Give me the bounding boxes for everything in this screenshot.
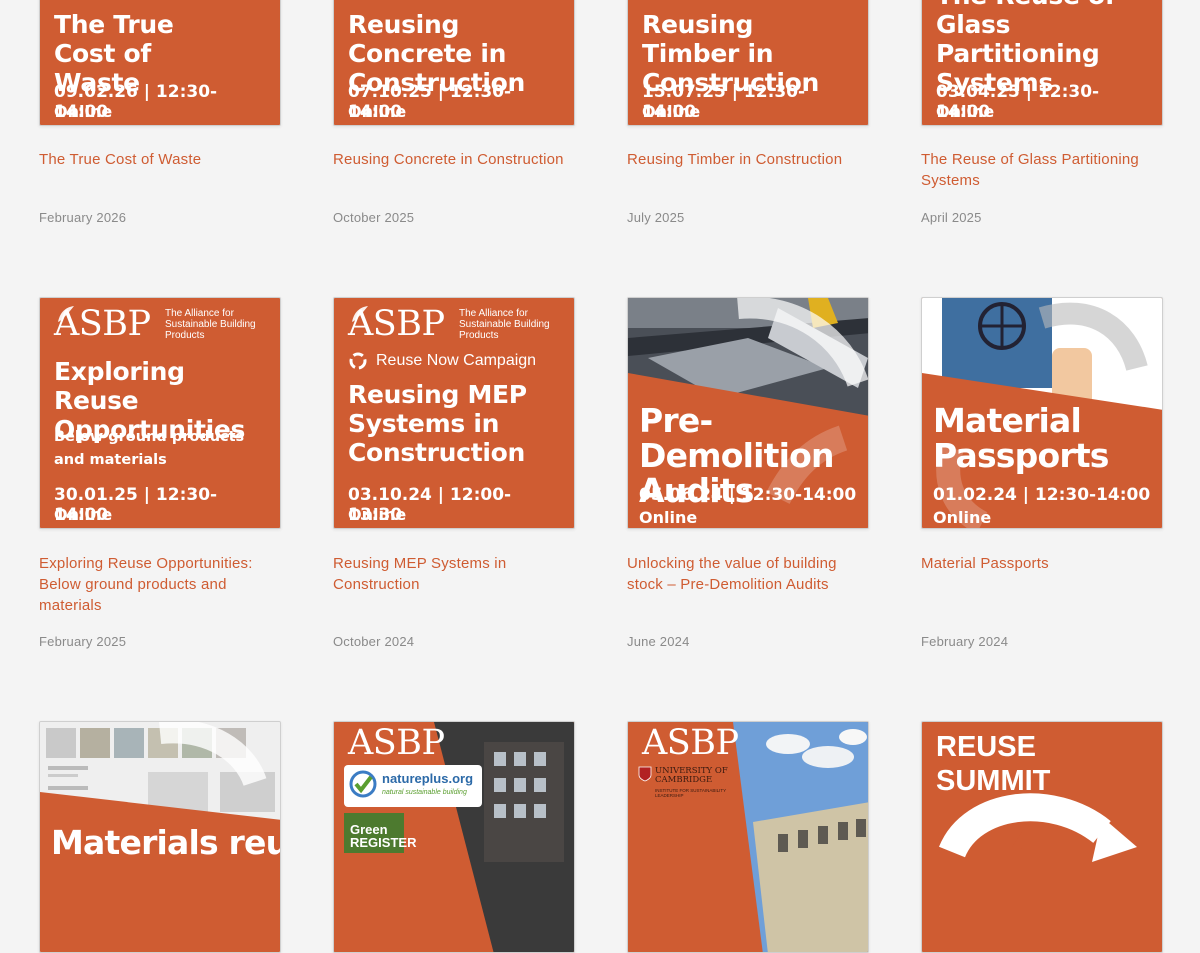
natureplus-subtext: natural sustainable building xyxy=(382,789,467,796)
event-title-link[interactable]: Unlocking the value of building stock – … xyxy=(627,553,869,595)
natureplus-text: natureplus.org xyxy=(382,771,474,786)
event-card: ASBP natureplus.org natural sustainable … xyxy=(333,721,575,953)
institute-name: INSTITUTE FOR SUSTAINABILITY LEADERSHIP xyxy=(655,788,727,798)
event-thumbnail[interactable]: ASBP UNIVERSITY OF CAMBRIDGE INSTITUTE F… xyxy=(627,721,869,953)
checkmark-icon xyxy=(349,770,377,798)
event-date: October 2024 xyxy=(333,634,415,649)
event-card: ASBP The Alliance for Sustainable Buildi… xyxy=(333,297,575,529)
event-thumbnail[interactable]: Material Passports 01.02.24 | 12:30-14:0… xyxy=(921,297,1163,529)
thumbnail-title: Reusing MEP Systems in Construction xyxy=(348,380,527,467)
thumbnail-date-time: 01.02.24 | 12:30-14:00 xyxy=(933,485,1151,505)
event-thumbnail[interactable]: Pre-Demolition Audits 05.06.24 | 12:30-1… xyxy=(627,297,869,529)
event-card: Material Passports 01.02.24 | 12:30-14:0… xyxy=(921,297,1163,529)
event-card: ASBP The Alliance for Sustainable Buildi… xyxy=(39,297,281,529)
event-title-link[interactable]: Material Passports xyxy=(921,553,1163,574)
event-card: Reusing Timber in Construction 15.07.25 … xyxy=(627,0,869,126)
event-title-link[interactable]: Reusing MEP Systems in Construction xyxy=(333,553,575,595)
event-date: February 2024 xyxy=(921,634,1009,649)
thumbnail-mode: Online xyxy=(933,508,992,527)
event-card: The True Cost of Waste 09.02.26 | 12:30-… xyxy=(39,0,281,126)
thumbnail-date-time: 05.06.24 | 12:30-14:00 xyxy=(639,485,857,505)
event-date: February 2026 xyxy=(39,210,127,225)
thumbnail-mode: Online xyxy=(642,102,701,121)
event-thumbnail[interactable]: Reusing Concrete in Construction 07.10.2… xyxy=(333,0,575,126)
asbp-logo: ASBP xyxy=(348,723,445,763)
natureplus-badge: natureplus.org natural sustainable build… xyxy=(344,765,482,807)
event-title-link[interactable]: Exploring Reuse Opportunities: Below gro… xyxy=(39,553,281,616)
recycle-icon xyxy=(349,352,367,370)
event-thumbnail[interactable]: REUSE SUMMIT xyxy=(921,721,1163,953)
thumbnail-title: Materials reuse xyxy=(51,823,280,862)
event-date: October 2025 xyxy=(333,210,415,225)
thumbnail-mode: Online xyxy=(54,505,113,524)
asbp-logo: ASBP xyxy=(642,723,739,763)
event-card: REUSE SUMMIT xyxy=(921,721,1163,953)
event-date: February 2025 xyxy=(39,634,127,649)
asbp-logo-subtitle: The Alliance for Sustainable Building Pr… xyxy=(165,308,256,341)
event-thumbnail[interactable]: ASBP natureplus.org natural sustainable … xyxy=(333,721,575,953)
crest-icon xyxy=(638,766,652,782)
event-title-link[interactable]: Reusing Concrete in Construction xyxy=(333,149,575,170)
thumbnail-subtitle: Below ground products and materials xyxy=(54,429,245,468)
event-thumbnail[interactable]: Reusing Timber in Construction 15.07.25 … xyxy=(627,0,869,126)
asbp-logo-subtitle: The Alliance for Sustainable Building Pr… xyxy=(459,308,550,341)
event-thumbnail[interactable]: Materials reuse xyxy=(39,721,281,953)
event-title-link[interactable]: The True Cost of Waste xyxy=(39,149,281,170)
event-card: Reusing Concrete in Construction 07.10.2… xyxy=(333,0,575,126)
campaign-label: Reuse Now Campaign xyxy=(376,352,537,369)
thumbnail-title: Material Passports xyxy=(933,401,1109,475)
event-thumbnail[interactable]: ASBP The Alliance for Sustainable Buildi… xyxy=(39,297,281,529)
event-date: June 2024 xyxy=(627,634,690,649)
event-card: Materials reuse xyxy=(39,721,281,953)
thumbnail-mode: Online xyxy=(348,505,407,524)
event-date: April 2025 xyxy=(921,210,982,225)
thumbnail-mode: Online xyxy=(936,102,995,121)
green-register-badge: Green REGISTER xyxy=(344,813,416,853)
thumbnail-mode: Online xyxy=(54,102,113,121)
thumbnail-mode: Online xyxy=(639,508,698,527)
event-thumbnail[interactable]: The Reuse of Glass Partitioning Systems … xyxy=(921,0,1163,126)
event-card: ASBP UNIVERSITY OF CAMBRIDGE INSTITUTE F… xyxy=(627,721,869,953)
event-title-link[interactable]: The Reuse of Glass Partitioning Systems xyxy=(921,149,1163,191)
event-thumbnail[interactable]: The True Cost of Waste 09.02.26 | 12:30-… xyxy=(39,0,281,126)
event-thumbnail[interactable]: ASBP The Alliance for Sustainable Buildi… xyxy=(333,297,575,529)
thumbnail-mode: Online xyxy=(348,102,407,121)
university-name: UNIVERSITY OF CAMBRIDGE xyxy=(655,766,728,785)
event-title-link[interactable]: Reusing Timber in Construction xyxy=(627,149,869,170)
recycle-arrows-icon xyxy=(939,793,1137,862)
event-card: Pre-Demolition Audits 05.06.24 | 12:30-1… xyxy=(627,297,869,529)
event-date: July 2025 xyxy=(627,210,685,225)
event-card: The Reuse of Glass Partitioning Systems … xyxy=(921,0,1163,126)
